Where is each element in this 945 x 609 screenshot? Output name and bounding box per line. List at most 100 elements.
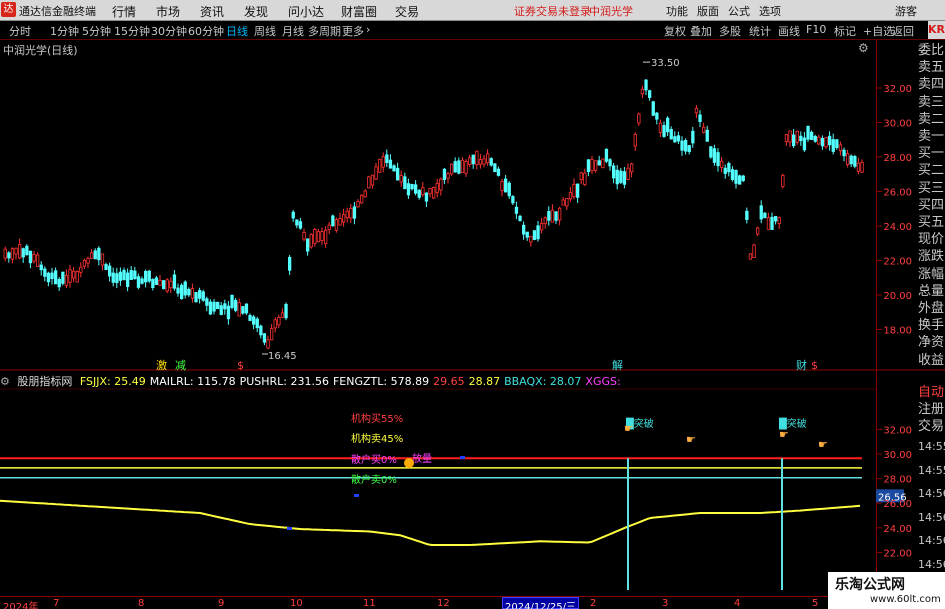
candle-body	[50, 272, 54, 279]
candle-body	[720, 160, 724, 168]
candle-body	[43, 268, 47, 277]
candle-body	[673, 136, 677, 143]
sidebar-item-16[interactable]: 换手	[918, 317, 945, 334]
sidebar-lower-item-2[interactable]: 交易	[918, 418, 945, 435]
sidebar-lower-item-1[interactable]: 注册	[918, 401, 945, 418]
candle-body	[201, 291, 205, 301]
candle	[363, 188, 367, 198]
candle	[730, 166, 735, 182]
hand-pointer-icon-1: ☛	[686, 433, 696, 446]
candle-body	[630, 163, 634, 173]
candle	[377, 158, 382, 173]
sidebar-item-11[interactable]: 现价	[918, 231, 945, 248]
candle	[766, 212, 771, 230]
candle-body	[460, 159, 465, 173]
candle	[406, 178, 411, 199]
sidebar-item-6[interactable]: 买一	[918, 145, 945, 162]
sidebar-item-15[interactable]: 外盘	[918, 300, 945, 317]
sidebar-item-4[interactable]: 卖二	[918, 111, 945, 128]
candle	[532, 230, 537, 241]
sidebar-item-12[interactable]: 涨跌	[918, 248, 945, 265]
candle	[630, 162, 634, 178]
candle	[784, 134, 789, 146]
candle-body	[590, 158, 594, 172]
sidebar-item-13[interactable]: 涨幅	[918, 266, 945, 283]
candle	[705, 125, 709, 142]
candle	[118, 267, 123, 286]
candle	[763, 211, 767, 219]
candle-body	[143, 270, 148, 283]
candle	[298, 217, 303, 230]
candle	[158, 274, 162, 286]
sidebar-item-10[interactable]: 买五	[918, 214, 945, 231]
candle	[7, 251, 11, 263]
candle	[565, 198, 569, 211]
sidebar-item-0[interactable]: 委比	[918, 42, 945, 59]
candle-body	[226, 305, 231, 320]
candle	[810, 130, 814, 140]
candle-body	[266, 339, 270, 349]
candle-body	[640, 88, 645, 95]
candle	[550, 204, 555, 223]
candle	[795, 130, 799, 145]
candle-body	[669, 129, 673, 140]
candle	[651, 100, 655, 117]
sidebar-lower-item-0[interactable]: 自动	[918, 384, 945, 401]
candle	[151, 278, 155, 291]
candle	[169, 277, 173, 294]
candle-body	[576, 183, 580, 198]
sidebar-item-3[interactable]: 卖三	[918, 94, 945, 111]
candle	[403, 172, 407, 190]
sidebar-item-9[interactable]: 买四	[918, 197, 945, 214]
candle	[669, 126, 673, 140]
candle	[161, 280, 166, 290]
candle-body	[115, 273, 119, 284]
candle	[431, 186, 436, 200]
candle	[39, 261, 43, 276]
candle	[219, 301, 223, 316]
candle-body	[7, 252, 11, 259]
sidebar-item-1[interactable]: 卖五	[918, 59, 945, 76]
date-axis-bar: 2024/12/25/三 2024年 7 8 9 10 11 12 2 3 4 5	[0, 596, 945, 609]
candle	[352, 202, 357, 225]
sidebar-item-18[interactable]: 收益	[918, 352, 945, 369]
candle-body	[493, 163, 497, 173]
candle-body	[554, 211, 558, 221]
candle-body	[806, 125, 810, 140]
candle	[395, 162, 400, 181]
indicator-value-5: 28.87	[468, 375, 501, 388]
high-label: 33.50	[651, 58, 680, 69]
candle-body	[215, 301, 220, 310]
candle-body	[709, 146, 713, 158]
indicator-name[interactable]: 股朋指标网	[17, 375, 72, 388]
candle	[108, 262, 112, 282]
candle	[640, 85, 645, 98]
candle-body	[457, 160, 461, 174]
sidebar-item-2[interactable]: 卖四	[918, 76, 945, 93]
candle-body	[118, 271, 123, 281]
candle	[716, 148, 720, 172]
candle	[662, 121, 666, 138]
candle-body	[626, 167, 630, 180]
candle-body	[676, 135, 681, 142]
sidebar-item-8[interactable]: 买三	[918, 180, 945, 197]
candle-body	[3, 248, 7, 259]
date-label-7: 2	[590, 598, 597, 609]
candle-body	[752, 244, 756, 259]
candle-body	[399, 175, 403, 183]
stock-code-label[interactable]: KR	[928, 21, 945, 39]
candle-body	[251, 316, 256, 325]
sidebar-item-14[interactable]: 总量	[918, 283, 945, 300]
sidebar-item-7[interactable]: 买二	[918, 162, 945, 179]
candle	[233, 298, 238, 313]
sidebar-item-5[interactable]: 卖一	[918, 128, 945, 145]
candle-body	[93, 250, 97, 260]
sidebar-item-17[interactable]: 净资	[918, 334, 945, 351]
candle	[36, 252, 40, 268]
date-label-8: 3	[662, 598, 669, 609]
candle-body	[417, 189, 421, 198]
candle	[126, 268, 130, 292]
chart-canvas[interactable]: 32.00 30.00 28.00 26.00 24.00 22.00 20.00 18.00…	[0, 0, 945, 609]
indicator-toggle-icon[interactable]: ⚙	[0, 375, 10, 388]
candle-body	[313, 229, 317, 244]
